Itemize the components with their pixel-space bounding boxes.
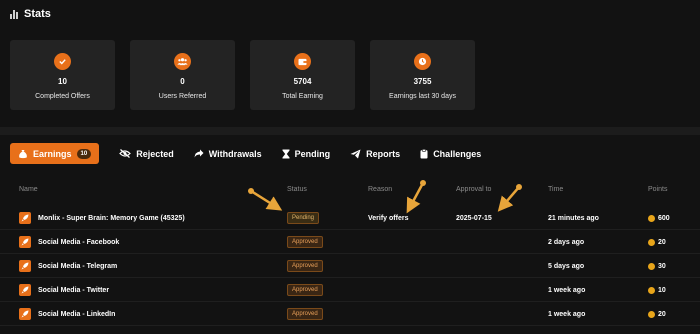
stat-label: Users Referred: [158, 93, 207, 100]
column-header-reason: Reason: [368, 186, 393, 193]
tab-bar: Earnings 10 Rejected Withdrawals Pending…: [10, 143, 481, 164]
tab-reports[interactable]: Reports: [350, 149, 400, 159]
points-coin-icon: [648, 214, 655, 222]
table-row[interactable]: Social Media - Telegram Approved 5 days …: [0, 254, 700, 278]
tab-label: Rejected: [136, 148, 174, 159]
clipboard-icon: [420, 148, 428, 158]
tab-label: Reports: [366, 148, 401, 159]
table-row[interactable]: Social Media - Facebook Approved 2 days …: [0, 230, 700, 254]
wallet-icon: [294, 53, 311, 70]
earnings-count-badge: 10: [76, 148, 92, 159]
row-time: 21 minutes ago: [548, 214, 599, 222]
hourglass-icon: [282, 149, 290, 158]
arrow-to-approval: [497, 184, 522, 212]
arrow-to-status: [248, 188, 283, 211]
table-row[interactable]: Social Media - Twitter Approved 1 week a…: [0, 278, 700, 302]
stat-value: 10: [58, 77, 67, 86]
points-coin-icon: [648, 310, 655, 318]
eye-slash-icon: [119, 149, 132, 158]
points-coin-icon: [648, 286, 655, 294]
row-name: Social Media - LinkedIn: [38, 310, 116, 318]
tab-label: Pending: [294, 148, 331, 159]
table-row[interactable]: Monlix - Super Brain: Memory Game (45325…: [0, 206, 700, 230]
status-badge: Pending: [287, 212, 320, 224]
points-coin-icon: [648, 262, 655, 270]
row-points: 30: [658, 262, 666, 270]
stat-cards: 10 Completed Offers 0 Users Referred 570…: [10, 40, 475, 110]
column-header-status: Status: [287, 186, 307, 193]
row-reason: Verify offers: [368, 214, 409, 222]
stat-card-earnings-30-days: 3755 Earnings last 30 days: [370, 40, 475, 110]
tab-pending[interactable]: Pending: [282, 148, 331, 159]
stat-value: 3755: [413, 77, 432, 86]
tab-label: Challenges: [433, 148, 482, 159]
stat-label: Total Earning: [282, 93, 323, 100]
row-points: 20: [658, 238, 666, 246]
column-header-points: Points: [648, 186, 668, 193]
status-badge: Approved: [287, 284, 323, 296]
status-badge: Approved: [287, 260, 323, 272]
money-bag-icon: [19, 149, 27, 158]
table-row[interactable]: Social Media - LinkedIn Approved 1 week …: [0, 302, 700, 326]
row-name: Social Media - Twitter: [38, 286, 110, 294]
row-time: 5 days ago: [548, 262, 585, 270]
arrow-to-reason: [406, 180, 426, 214]
points-coin-icon: [648, 238, 655, 246]
bar-chart-icon: [10, 9, 18, 19]
column-header-approval-to: Approval to: [456, 186, 492, 193]
row-time: 1 week ago: [548, 310, 586, 318]
page-title: Stats: [24, 8, 51, 20]
row-approval-to: 2025-07-15: [456, 214, 492, 222]
status-badge: Approved: [287, 308, 323, 320]
row-time: 1 week ago: [548, 286, 586, 294]
column-header-name: Name: [19, 186, 38, 193]
column-header-time: Time: [548, 186, 564, 193]
stat-card-total-earning: 5704 Total Earning: [250, 40, 355, 110]
row-name: Monlix - Super Brain: Memory Game (45325…: [38, 214, 185, 222]
row-time: 2 days ago: [548, 238, 585, 246]
stat-card-completed-offers: 10 Completed Offers: [10, 40, 115, 110]
tab-label: Earnings: [33, 148, 72, 159]
stat-card-users-referred: 0 Users Referred: [130, 40, 235, 110]
stat-label: Earnings last 30 days: [389, 93, 456, 100]
rocket-icon: [19, 236, 31, 248]
status-badge: Approved: [287, 236, 323, 248]
row-points: 10: [658, 286, 666, 294]
rocket-icon: [19, 284, 31, 296]
row-points: 20: [658, 310, 666, 318]
row-name: Social Media - Telegram: [38, 262, 118, 270]
clock-icon: [414, 53, 431, 70]
row-points: 600: [658, 214, 670, 222]
row-name: Social Media - Facebook: [38, 238, 120, 246]
stats-header: Stats: [10, 8, 51, 20]
stat-value: 5704: [293, 77, 312, 86]
rocket-icon: [19, 212, 31, 224]
paper-plane-icon: [350, 149, 361, 158]
stat-value: 0: [180, 77, 185, 86]
tab-withdrawals[interactable]: Withdrawals: [194, 149, 262, 159]
section-divider: [0, 127, 700, 135]
stat-label: Completed Offers: [35, 93, 90, 100]
check-circle-icon: [54, 53, 71, 70]
rocket-icon: [19, 260, 31, 272]
tab-label: Withdrawals: [208, 148, 262, 159]
share-arrow-icon: [194, 149, 204, 158]
tab-rejected[interactable]: Rejected: [119, 149, 174, 159]
rocket-icon: [19, 308, 31, 320]
users-icon: [174, 53, 191, 70]
tab-earnings[interactable]: Earnings 10: [10, 143, 100, 164]
tab-challenges[interactable]: Challenges: [420, 149, 481, 159]
